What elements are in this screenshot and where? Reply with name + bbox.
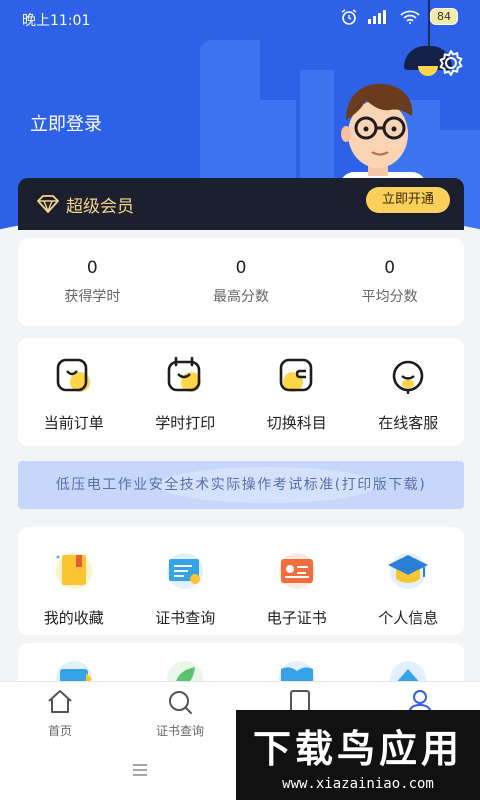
menu-label: 当前订单: [43, 414, 104, 432]
menu-item-switch-subject[interactable]: 切换科目: [241, 338, 353, 446]
tab-home[interactable]: 首页: [0, 682, 120, 743]
diamond-icon: [37, 195, 59, 213]
menu-label: 学时打印: [155, 414, 216, 432]
settings-gear-icon[interactable]: [436, 48, 466, 78]
banner-text: 低压电工作业安全技术实际操作考试标准(打印版下载): [55, 477, 427, 493]
stat-value: 0: [384, 258, 396, 278]
vip-label: 超级会员: [66, 197, 134, 217]
watermark-title: 下载鸟应用: [252, 727, 463, 771]
stat-value: 0: [235, 258, 247, 278]
profile-header: 晚上11:01 84 立即登录 超级会员 立即开通: [0, 0, 480, 232]
certificate-query-icon: [167, 553, 204, 589]
secondary-menu-card: 我的收藏 证书查询 电子证书 个人信息: [18, 527, 464, 635]
menu-item-favorites[interactable]: 我的收藏: [18, 527, 130, 635]
personal-info-icon: [388, 553, 429, 589]
tab-label: 首页: [47, 724, 72, 738]
switch-subject-icon: [279, 358, 313, 392]
search-icon: [169, 691, 192, 714]
exam-standard-banner[interactable]: 低压电工作业安全技术实际操作考试标准(打印版下载): [18, 461, 464, 509]
menu-item-e-certificate[interactable]: 电子证书: [241, 527, 353, 635]
vip-bar[interactable]: 超级会员 立即开通: [18, 178, 464, 230]
lamp-cord: [428, 0, 430, 48]
menu-label: 个人信息: [378, 609, 439, 627]
status-bar: 晚上11:01 84: [0, 0, 480, 36]
stat-label: 平均分数: [361, 289, 418, 305]
e-certificate-icon: [278, 553, 315, 589]
menu-item-hours-print[interactable]: 学时打印: [130, 338, 242, 446]
vip-activate-button[interactable]: 立即开通: [366, 187, 450, 213]
stat-highest-score: 0 最高分数: [167, 238, 316, 326]
menu-label: 我的收藏: [43, 609, 104, 627]
avatar-illustration: [340, 83, 426, 192]
signal-icon: [368, 9, 386, 24]
tab-certificate-query[interactable]: 证书查询: [120, 682, 240, 743]
menu-label: 电子证书: [266, 609, 327, 627]
customer-service-icon: [392, 360, 424, 394]
wifi-icon: [400, 10, 420, 24]
watermark-url: www.xiazainiao.com: [282, 776, 434, 792]
menu-item-online-service[interactable]: 在线客服: [353, 338, 465, 446]
stat-average-score: 0 平均分数: [315, 238, 464, 326]
menu-key-icon[interactable]: [132, 763, 148, 777]
favorites-icon: [55, 553, 92, 589]
menu-label: 在线客服: [378, 414, 439, 432]
stats-card: 0 获得学时 0 最高分数 0 平均分数: [18, 238, 464, 326]
order-icon: [56, 358, 90, 392]
battery-indicator: 84: [430, 8, 458, 25]
menu-item-certificate-query[interactable]: 证书查询: [130, 527, 242, 635]
stat-label: 获得学时: [64, 289, 121, 305]
menu-item-personal-info[interactable]: 个人信息: [353, 527, 465, 635]
menu-label: 证书查询: [155, 609, 216, 627]
alarm-icon: [341, 8, 357, 25]
tab-label: 证书查询: [155, 724, 204, 738]
stat-label: 最高分数: [213, 289, 269, 305]
print-icon: [167, 356, 202, 392]
menu-label: 切换科目: [266, 414, 327, 432]
primary-menu-card: 当前订单 学时打印 切换科目 在线客服: [18, 338, 464, 446]
stat-study-hours: 0 获得学时: [18, 238, 167, 326]
home-icon: [48, 690, 72, 713]
menu-item-current-orders[interactable]: 当前订单: [18, 338, 130, 446]
stat-value: 0: [86, 258, 98, 278]
watermark: 下载鸟应用 www.xiazainiao.com: [236, 710, 480, 800]
status-time: 晚上11:01: [22, 13, 91, 29]
login-link[interactable]: 立即登录: [30, 110, 102, 136]
